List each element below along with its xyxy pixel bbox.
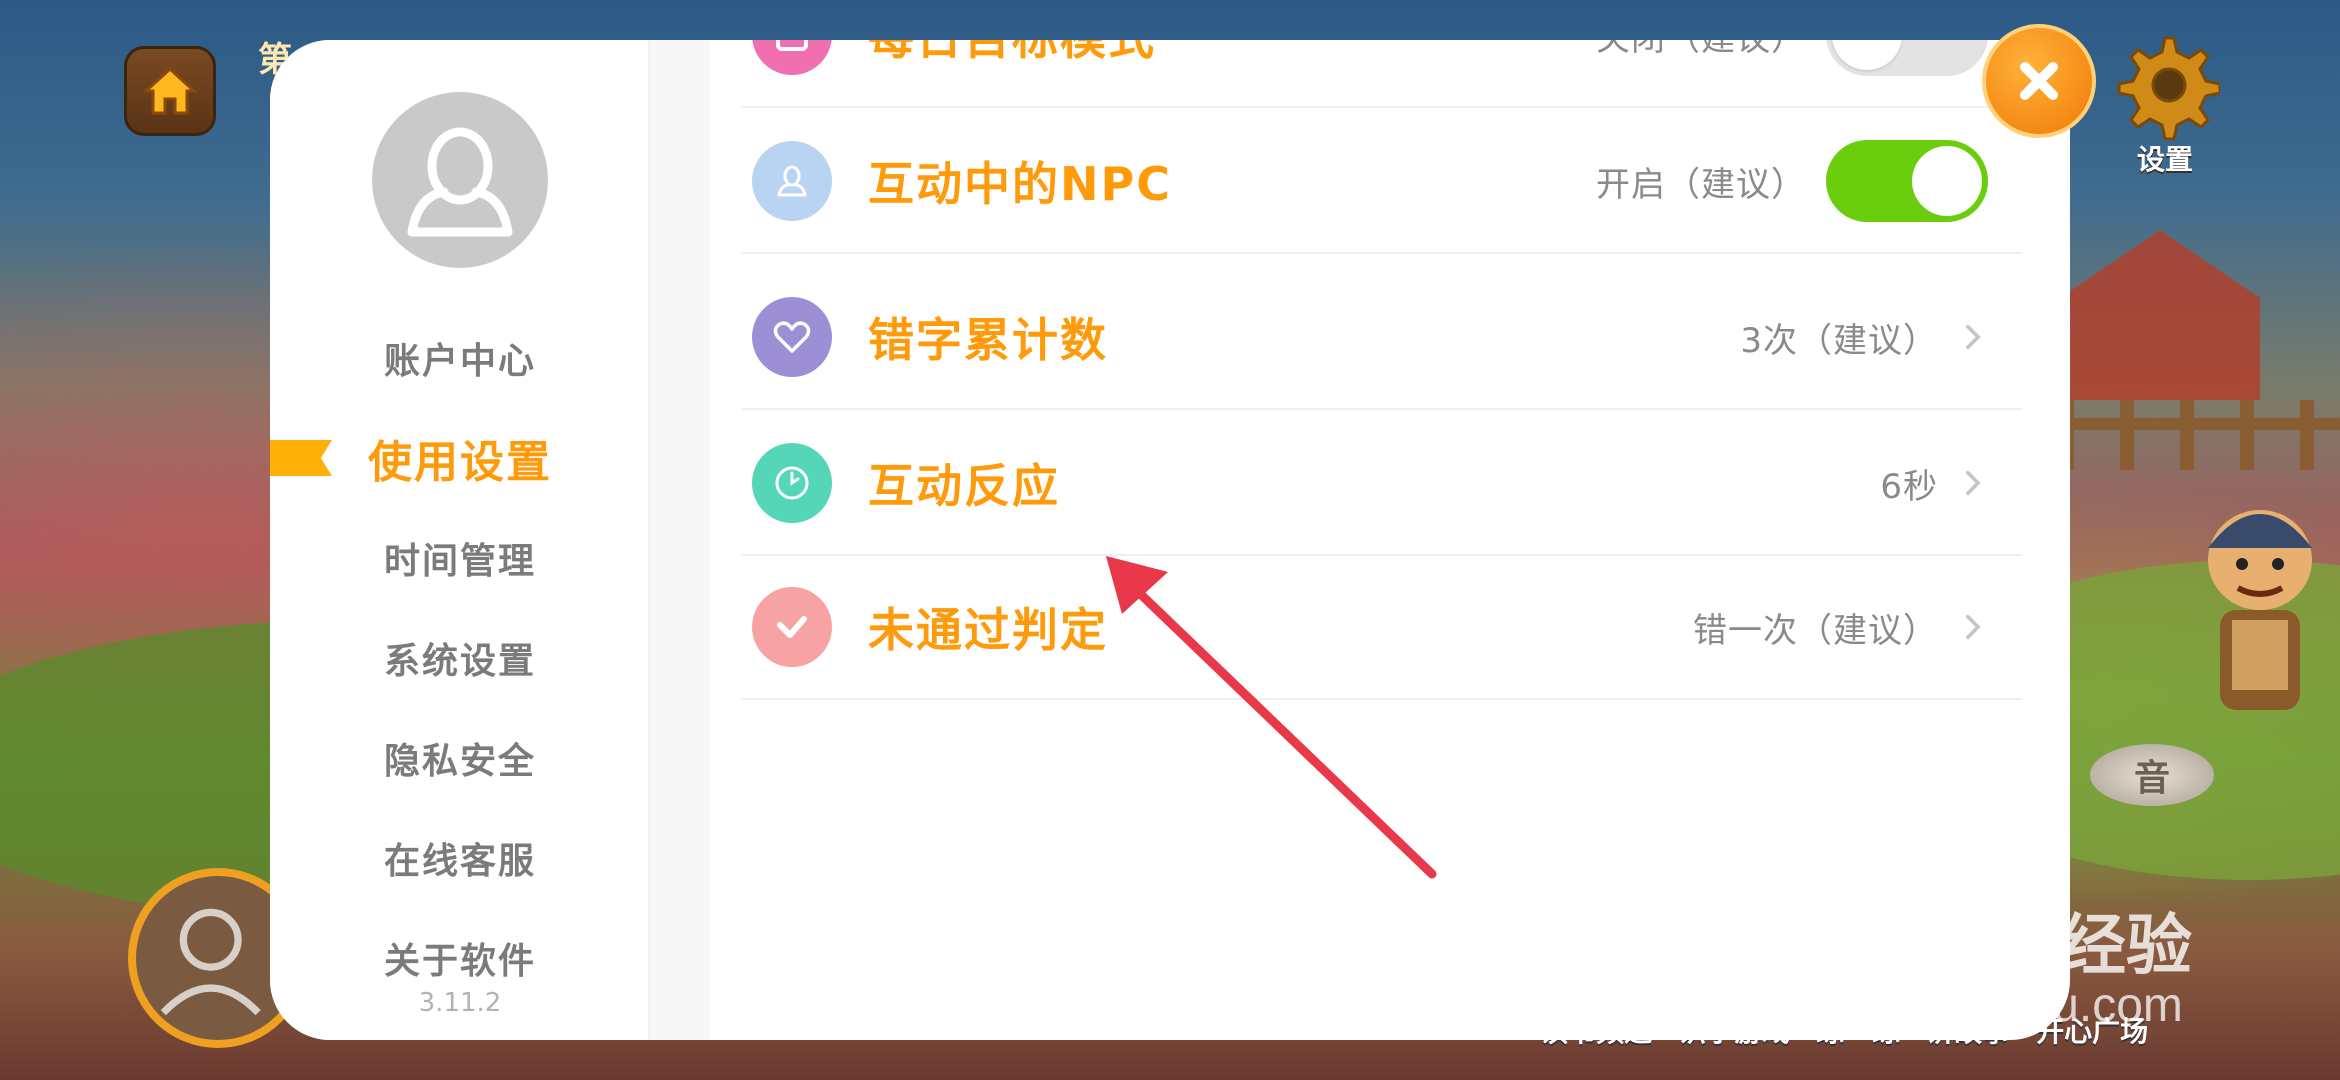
watermark-logo: Bai du — [1800, 887, 2071, 989]
sidebar-item-label: 时间管理 — [383, 541, 536, 582]
active-flag-icon — [270, 440, 332, 476]
chevron-right-icon — [1958, 317, 1988, 357]
home-icon — [142, 66, 198, 115]
toggle-knob — [1832, 40, 1902, 70]
npc-toggle[interactable] — [1826, 140, 1988, 222]
sidebar-item-label: 关于软件 — [383, 941, 536, 982]
setting-row-error-count[interactable]: 错字累计数 3次（建议） — [742, 266, 2022, 410]
sound-label: 音 — [2133, 758, 2170, 799]
npc-character — [2208, 510, 2312, 710]
setting-value: 3次（建议） — [1740, 320, 1938, 361]
sidebar-item-privacy[interactable]: 隐私安全 — [270, 708, 650, 808]
setting-value: 关闭（建议） — [1596, 40, 1806, 60]
setting-label: 每日目标模式 — [868, 40, 1596, 68]
setting-row-response-time[interactable]: 互动反应 6秒 — [742, 412, 2022, 556]
heart-icon — [752, 297, 832, 377]
sound-button[interactable]: 音 — [2090, 744, 2214, 806]
daily-goal-toggle[interactable] — [1826, 40, 1988, 76]
setting-row-fail-judgement[interactable]: 未通过判定 错一次（建议） — [742, 556, 2022, 700]
close-icon — [2020, 62, 2058, 100]
clock-icon — [752, 443, 832, 523]
sidebar-item-label: 在线客服 — [383, 841, 536, 882]
setting-row-daily-goal[interactable]: 每日目标模式 关闭（建议） — [742, 40, 2022, 108]
sidebar-item-label: 系统设置 — [383, 641, 536, 682]
sidebar-divider — [650, 40, 710, 1040]
sidebar-item-customer-service[interactable]: 在线客服 — [270, 808, 650, 908]
app-version: 3.11.2 — [418, 988, 502, 1018]
profile-avatar[interactable] — [372, 92, 548, 268]
sidebar-item-system-settings[interactable]: 系统设置 — [270, 608, 650, 708]
sidebar-item-label: 隐私安全 — [383, 741, 536, 782]
setting-label: 未通过判定 — [868, 603, 1108, 657]
setting-label: 互动反应 — [868, 459, 1060, 513]
sidebar-item-usage-settings[interactable]: 使用设置 — [270, 408, 650, 508]
setting-label: 错字累计数 — [868, 313, 1108, 367]
close-button[interactable] — [1982, 24, 2096, 138]
chevron-right-icon — [1958, 463, 1988, 503]
setting-label: 互动中的NPC — [868, 157, 1172, 211]
watermark-url: jingyan.baidu.com — [1796, 979, 2183, 1032]
setting-row-npc[interactable]: 互动中的NPC 开启（建议） — [742, 110, 2022, 254]
watermark-cn: 经验 — [2060, 907, 2192, 984]
chevron-right-icon — [1958, 607, 1988, 647]
person-icon — [407, 127, 513, 237]
sidebar-item-time-management[interactable]: 时间管理 — [270, 508, 650, 608]
sidebar-item-label: 使用设置 — [368, 437, 552, 488]
person-icon — [752, 141, 832, 221]
background-house — [2060, 230, 2260, 400]
setting-value: 开启（建议） — [1596, 164, 1806, 205]
calendar-icon — [752, 40, 832, 75]
home-button[interactable] — [124, 46, 216, 136]
check-icon — [752, 587, 832, 667]
sidebar-item-account[interactable]: 账户中心 — [270, 308, 650, 408]
setting-value: 错一次（建议） — [1693, 610, 1938, 651]
baidu-watermark: Bai du 经验 jingyan.baidu.com — [1790, 830, 2230, 1032]
sidebar-item-label: 账户中心 — [383, 341, 536, 382]
gear-icon[interactable] — [2110, 30, 2220, 140]
sidebar-menu: 账户中心 使用设置 时间管理 系统设置 隐私安全 在线客服 关于软件 — [270, 308, 650, 1008]
settings-label: 设置 — [2136, 143, 2193, 176]
settings-sidebar: 账户中心 使用设置 时间管理 系统设置 隐私安全 在线客服 关于软件 3.11.… — [270, 40, 650, 1040]
toggle-knob — [1912, 146, 1982, 216]
setting-value: 6秒 — [1880, 466, 1938, 507]
